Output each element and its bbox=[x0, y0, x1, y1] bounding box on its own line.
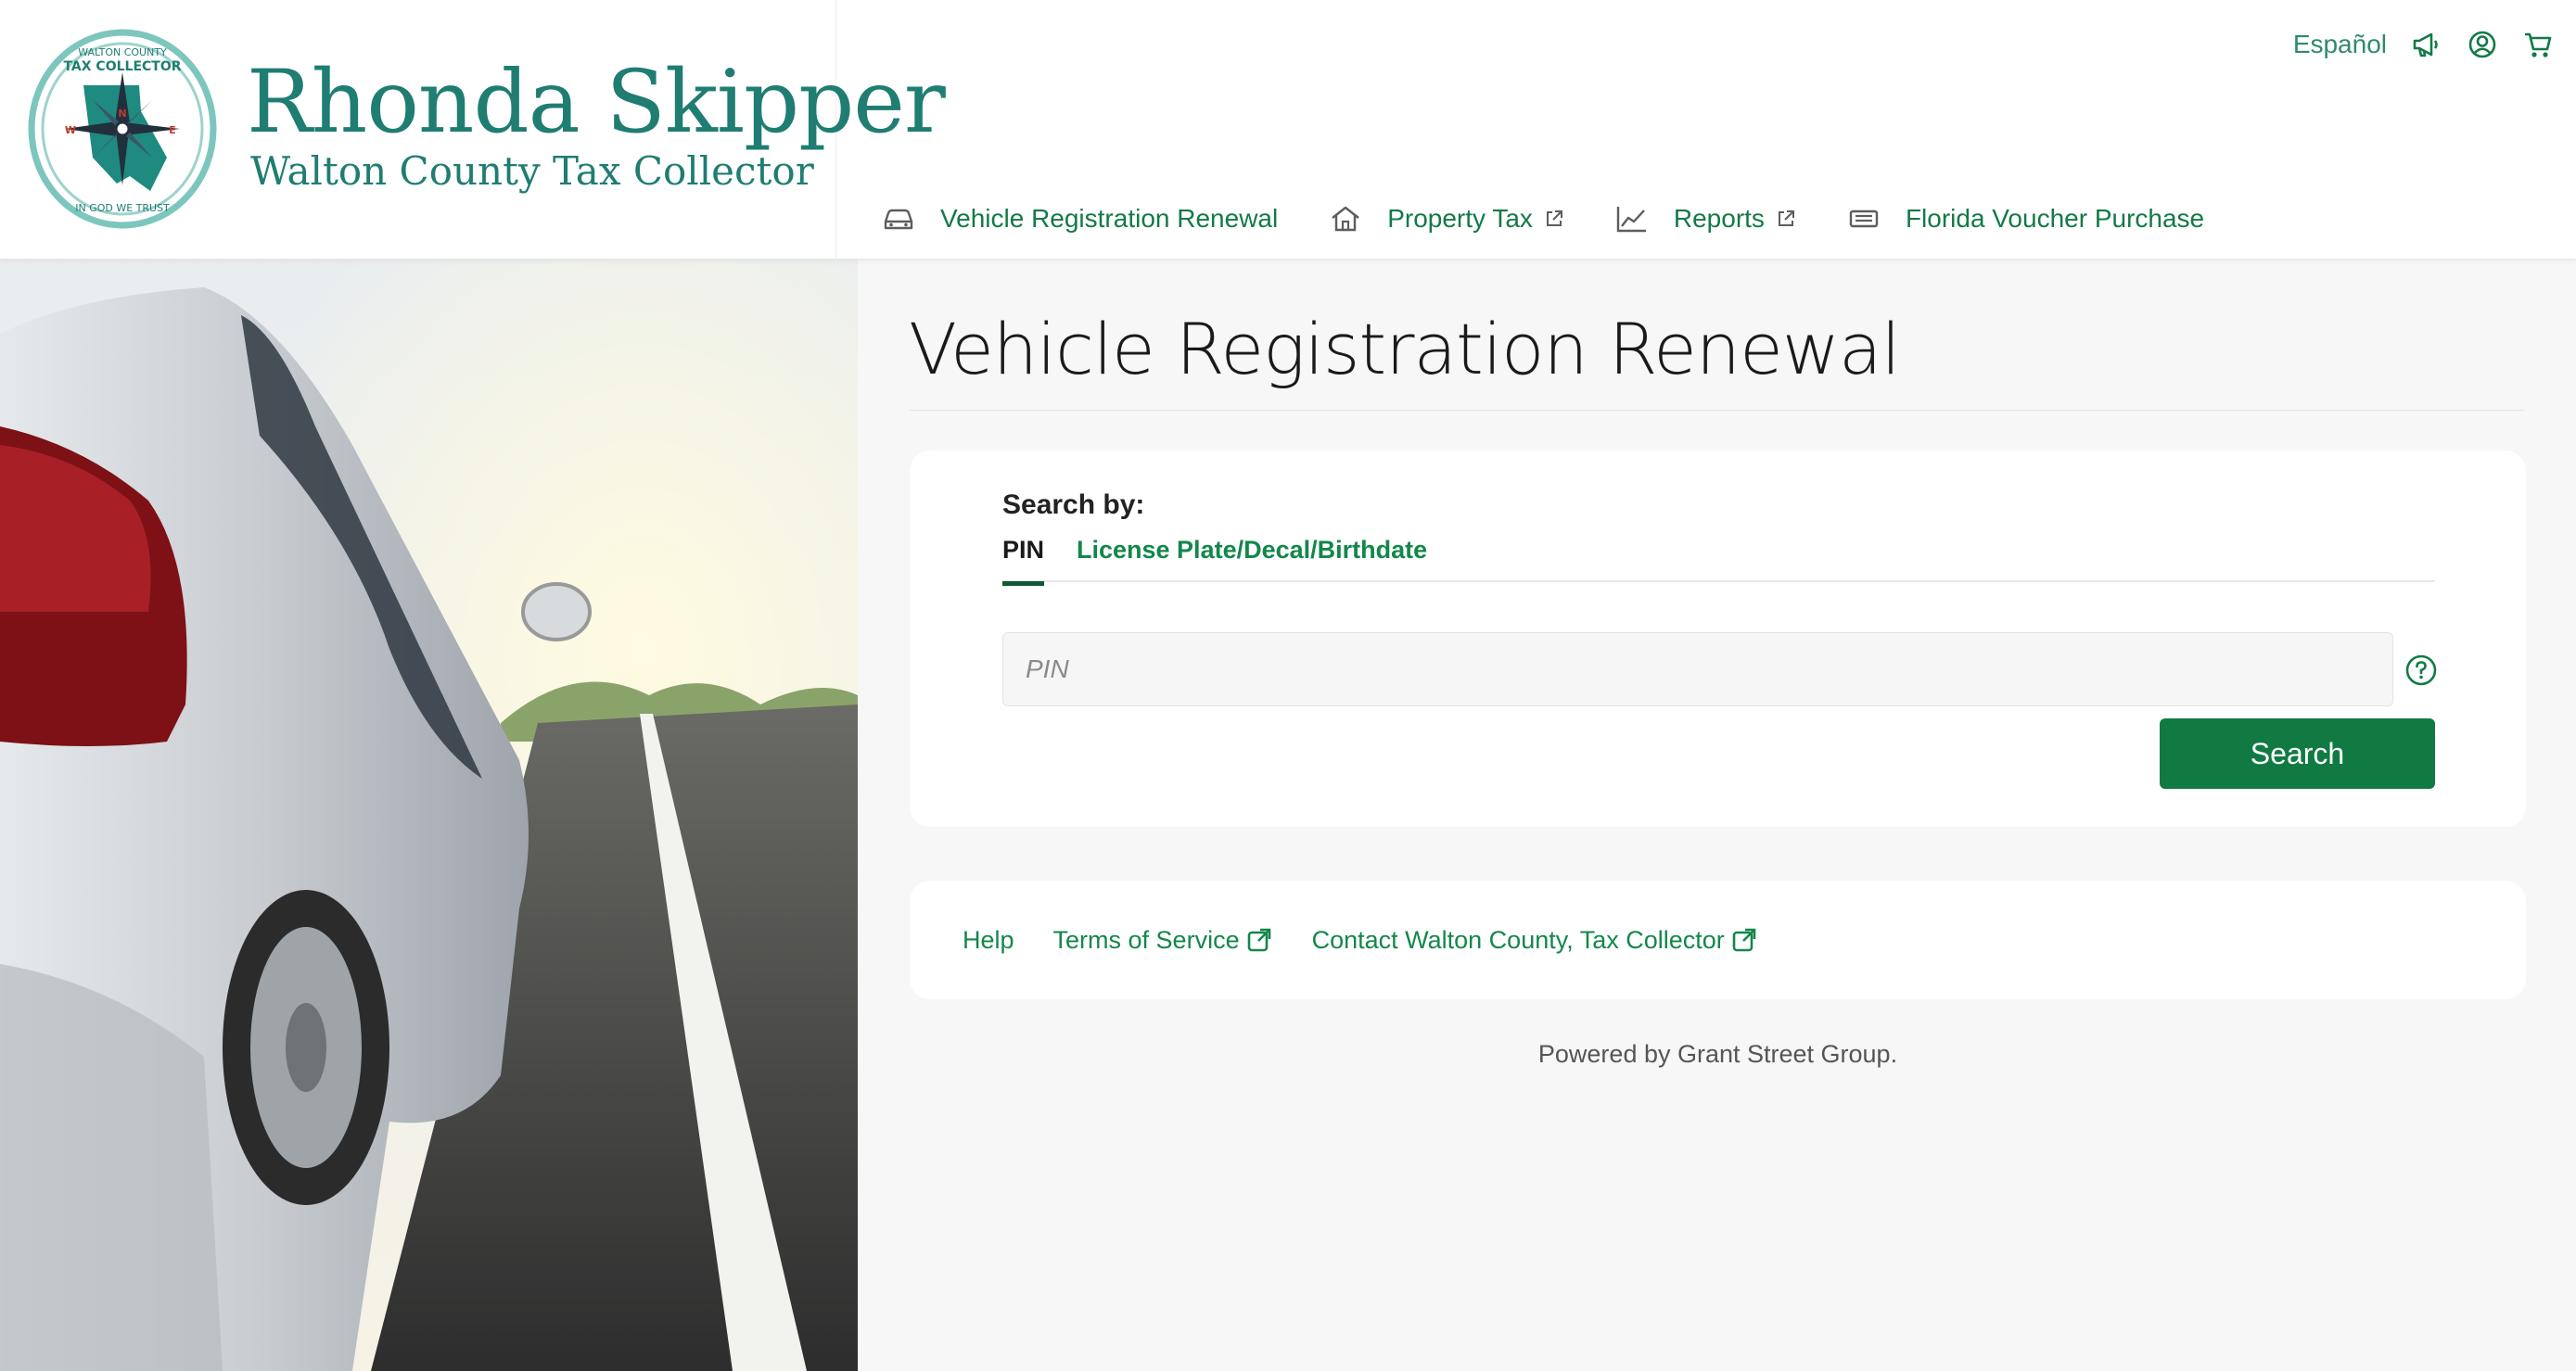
nav-reports[interactable]: Reports bbox=[1614, 204, 1796, 234]
link-label: Terms of Service bbox=[1052, 925, 1240, 954]
seal-bottom-text: IN GOD WE TRUST bbox=[75, 202, 170, 214]
nav-label: Property Tax bbox=[1387, 204, 1533, 233]
seal-main-text: TAX COLLECTOR bbox=[63, 59, 181, 74]
link-label: Contact Walton County, Tax Collector bbox=[1311, 925, 1725, 954]
site-header: N W E WALTON COUNTY TAX COLLECTOR IN GOD… bbox=[0, 0, 2576, 260]
help-question-icon[interactable] bbox=[2404, 654, 2438, 687]
tab-pin[interactable]: PIN bbox=[1002, 536, 1045, 586]
svg-text:W: W bbox=[65, 124, 76, 136]
brand-subtitle: Walton County Tax Collector bbox=[250, 148, 814, 194]
nav-florida-voucher-purchase[interactable]: Florida Voucher Purchase bbox=[1846, 204, 2204, 234]
external-link-icon bbox=[1245, 926, 1273, 954]
powered-by-text: Powered by Grant Street Group. bbox=[1537, 1040, 1898, 1068]
nav-label: Vehicle Registration Renewal bbox=[940, 204, 1279, 233]
tab-license-plate-decal-birthdate[interactable]: License Plate/Decal/Birthdate bbox=[1077, 536, 1427, 565]
chart-icon bbox=[1614, 204, 1650, 234]
contact-tax-collector-link[interactable]: Contact Walton County, Tax Collector bbox=[1312, 926, 1758, 955]
page-title: Vehicle Registration Renewal bbox=[909, 308, 1901, 390]
utility-bar: Español bbox=[2293, 26, 2554, 63]
user-icon[interactable] bbox=[2467, 29, 2498, 60]
svg-text:N: N bbox=[118, 108, 126, 120]
cart-icon[interactable] bbox=[2522, 29, 2554, 60]
search-button[interactable]: Search bbox=[2160, 718, 2435, 789]
terms-of-service-link[interactable]: Terms of Service bbox=[1053, 926, 1273, 955]
nav-label: Reports bbox=[1673, 204, 1765, 233]
external-link-icon bbox=[1544, 209, 1564, 229]
search-by-label: Search by: bbox=[1002, 489, 1145, 520]
logo-block[interactable]: N W E WALTON COUNTY TAX COLLECTOR IN GOD… bbox=[0, 0, 946, 260]
car-icon bbox=[881, 204, 916, 234]
svg-text:E: E bbox=[169, 124, 176, 136]
county-seal-logo: N W E WALTON COUNTY TAX COLLECTOR IN GOD… bbox=[28, 29, 217, 229]
footer-links-card: Help Terms of Service Contact Walton Cou… bbox=[910, 881, 2526, 999]
link-label: Help bbox=[963, 925, 1014, 954]
brand-name: Rhonda Skipper bbox=[247, 52, 946, 153]
help-link[interactable]: Help bbox=[963, 926, 1014, 955]
external-link-icon bbox=[1730, 926, 1758, 954]
title-divider bbox=[909, 410, 2524, 411]
seal-top-text: WALTON COUNTY bbox=[78, 46, 167, 58]
pin-input[interactable] bbox=[1002, 632, 2393, 706]
nav-property-tax[interactable]: Property Tax bbox=[1328, 204, 1564, 234]
language-link-espanol[interactable]: Español bbox=[2293, 30, 2387, 59]
search-card: Search by: PIN License Plate/Decal/Birth… bbox=[910, 451, 2526, 827]
voucher-icon bbox=[1846, 204, 1881, 234]
hero-car-image bbox=[0, 260, 858, 1371]
external-link-icon bbox=[1776, 209, 1796, 229]
search-tabs: PIN License Plate/Decal/Birthdate bbox=[1002, 536, 2435, 586]
main-nav: Vehicle Registration Renewal Property Ta… bbox=[881, 197, 2254, 241]
nav-vehicle-registration-renewal[interactable]: Vehicle Registration Renewal bbox=[881, 204, 1278, 234]
nav-label: Florida Voucher Purchase bbox=[1905, 204, 2205, 233]
megaphone-icon[interactable] bbox=[2411, 29, 2442, 60]
house-icon bbox=[1328, 204, 1363, 234]
